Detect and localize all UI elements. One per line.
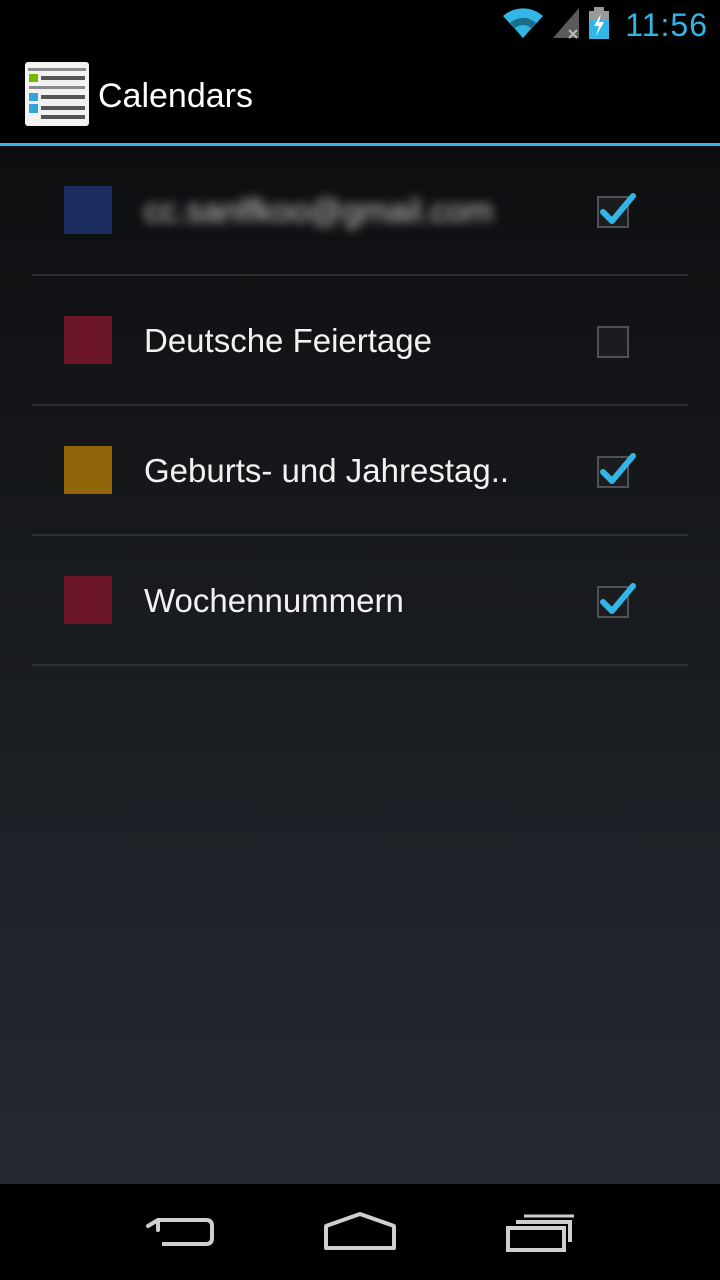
status-bar: 11:56 bbox=[0, 0, 720, 50]
calendar-color-swatch bbox=[64, 316, 112, 364]
navigation-bar bbox=[0, 1184, 720, 1280]
calendar-name: Wochennummern bbox=[144, 582, 404, 619]
list-item[interactable]: Wochennummern bbox=[32, 536, 688, 666]
back-icon[interactable] bbox=[130, 1202, 230, 1262]
list-item[interactable]: Deutsche Feiertage bbox=[32, 276, 688, 406]
signal-icon bbox=[551, 6, 581, 45]
clock-time: 11:56 bbox=[625, 6, 708, 43]
list-item[interactable]: cc.sanlfkoo@gmail.com bbox=[32, 146, 688, 276]
calendar-name: Deutsche Feiertage bbox=[144, 322, 432, 359]
action-bar: Calendars bbox=[0, 50, 720, 146]
list-item[interactable]: Geburts- und Jahrestag.. bbox=[32, 406, 688, 536]
calendar-list: cc.sanlfkoo@gmail.com Deutsche Feiertage… bbox=[32, 146, 688, 666]
calendar-checkbox[interactable] bbox=[597, 453, 636, 488]
screen: 11:56 Calendars cc.sanlfkoo@gmail.com De… bbox=[0, 0, 720, 1280]
calendar-checkbox[interactable] bbox=[597, 326, 629, 358]
calendar-checkbox[interactable] bbox=[597, 583, 636, 618]
calendar-name: Geburts- und Jahrestag.. bbox=[144, 452, 510, 489]
wifi-icon bbox=[501, 6, 545, 45]
calendar-list-icon[interactable] bbox=[0, 62, 89, 131]
calendar-checkbox[interactable] bbox=[597, 193, 636, 228]
calendar-list-area: cc.sanlfkoo@gmail.com Deutsche Feiertage… bbox=[0, 146, 720, 1184]
calendar-color-swatch bbox=[64, 576, 112, 624]
calendar-name: cc.sanlfkoo@gmail.com bbox=[144, 192, 493, 229]
battery-charging-icon bbox=[587, 6, 611, 45]
page-title: Calendars bbox=[98, 77, 253, 115]
calendar-color-swatch bbox=[64, 446, 112, 494]
home-icon[interactable] bbox=[310, 1202, 410, 1262]
calendar-color-swatch bbox=[64, 186, 112, 234]
recent-apps-icon[interactable] bbox=[490, 1202, 590, 1262]
